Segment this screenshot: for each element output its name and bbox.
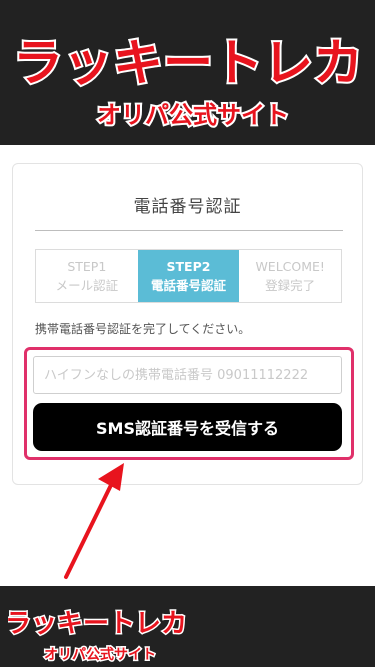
logo-main-text: ラッキートレカ: [13, 34, 363, 92]
header: ラッキートレカ オリパ公式サイト: [0, 0, 375, 145]
step-indicator: STEP1 メール認証 STEP2 電話番号認証 WELCOME! 登録完了: [35, 249, 342, 303]
phone-number-input[interactable]: [33, 356, 342, 394]
step-phone-sublabel: 電話番号認証: [151, 278, 227, 293]
logo-sub-text: オリパ公式サイト: [97, 101, 289, 129]
step-welcome-sublabel: 登録完了: [265, 278, 316, 293]
annotation-arrow-icon: [64, 463, 124, 579]
receive-sms-button[interactable]: SMS認証番号を受信する: [33, 403, 342, 451]
footer: ラッキートレカ オリパ公式サイト: [0, 586, 375, 667]
title-divider: [35, 230, 343, 231]
step-email: STEP1 メール認証: [36, 250, 138, 302]
step-email-sublabel: メール認証: [55, 278, 119, 293]
footer-logo-sub-text: オリパ公式サイト: [44, 646, 156, 663]
step-welcome: WELCOME! 登録完了: [239, 250, 341, 302]
step-email-label: STEP1: [67, 259, 107, 274]
step-phone-label: STEP2: [166, 259, 211, 274]
instruction-text: 携帯電話番号認証を完了してください。: [35, 322, 251, 336]
footer-logo-main-text: ラッキートレカ: [8, 609, 187, 639]
page-title: 電話番号認証: [133, 197, 242, 217]
site-logo[interactable]: ラッキートレカ オリパ公式サイト: [8, 8, 368, 138]
footer-logo[interactable]: ラッキートレカ オリパ公式サイト: [8, 596, 188, 667]
step-phone: STEP2 電話番号認証: [137, 250, 240, 302]
step-welcome-label: WELCOME!: [255, 259, 325, 274]
